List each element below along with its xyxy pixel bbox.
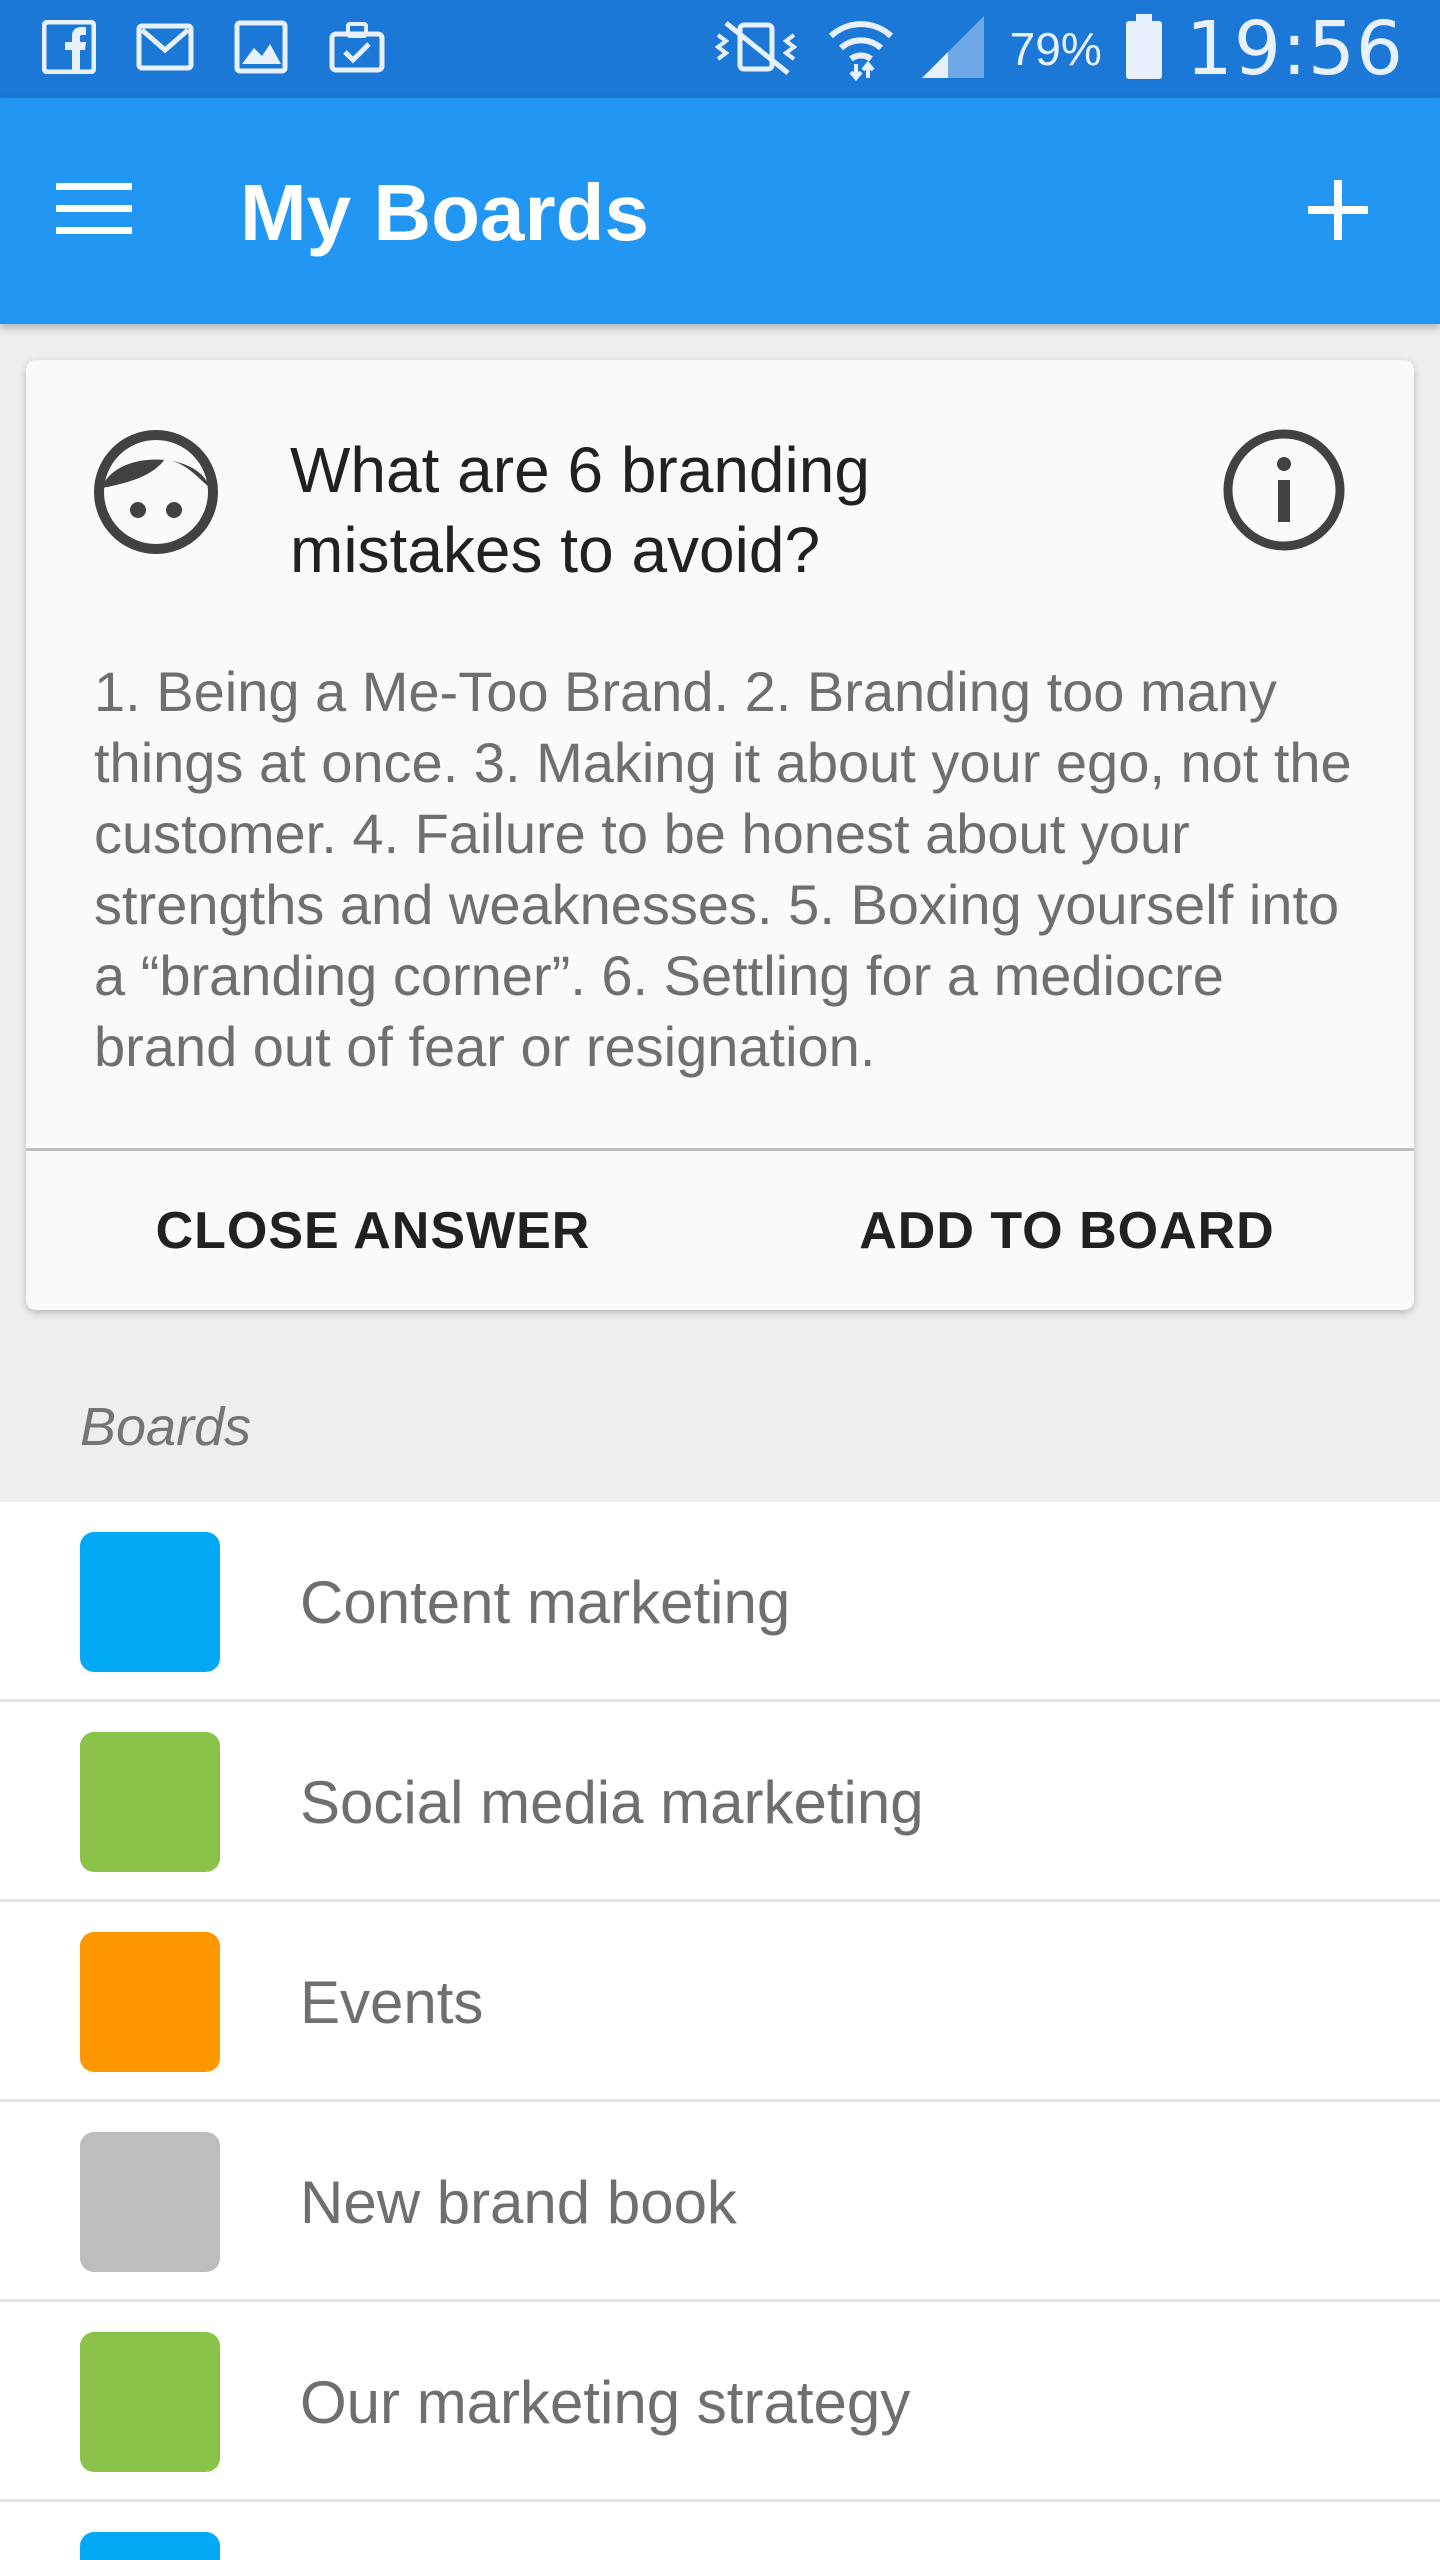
face-icon bbox=[94, 430, 218, 554]
add-board-button[interactable] bbox=[1288, 162, 1388, 262]
facebook-icon bbox=[40, 18, 98, 76]
question-text: What are 6 branding mistakes to avoid? bbox=[290, 434, 870, 586]
menu-button[interactable] bbox=[56, 166, 166, 256]
add-to-board-button[interactable]: ADD TO BOARD bbox=[720, 1151, 1414, 1310]
status-clock: 19:56 bbox=[1185, 6, 1404, 92]
board-color-swatch bbox=[80, 2332, 220, 2472]
board-item-content-marketing[interactable]: Content marketing bbox=[0, 1502, 1440, 1702]
board-color-swatch bbox=[80, 1932, 220, 2072]
board-item-label: Our marketing strategy bbox=[300, 2368, 911, 2436]
board-item-new-brand-book[interactable]: New brand book bbox=[0, 2102, 1440, 2302]
plus-icon bbox=[1306, 178, 1370, 247]
battery-percent: 79% bbox=[1009, 23, 1102, 75]
mute-vibrate-icon bbox=[708, 17, 804, 82]
briefcase-icon bbox=[328, 18, 386, 76]
board-item-label: Content marketing bbox=[300, 1568, 791, 1636]
board-item-label: Events bbox=[300, 1968, 484, 2036]
board-item-our-marketing-strategy[interactable]: Our marketing strategy bbox=[0, 2302, 1440, 2502]
info-icon[interactable] bbox=[1222, 428, 1346, 552]
battery-icon bbox=[1124, 13, 1164, 85]
wifi-icon bbox=[826, 12, 896, 87]
gmail-icon bbox=[136, 18, 194, 76]
board-list: Content marketing Social media marketing… bbox=[0, 1502, 1440, 2560]
page-title: My Boards bbox=[240, 168, 649, 257]
board-color-swatch bbox=[80, 2532, 220, 2560]
gallery-icon bbox=[232, 18, 290, 76]
board-color-swatch bbox=[80, 1732, 220, 1872]
card-actions: CLOSE ANSWER ADD TO BOARD bbox=[26, 1151, 1414, 1310]
app-bar: My Boards bbox=[0, 98, 1440, 324]
close-answer-button[interactable]: CLOSE ANSWER bbox=[26, 1151, 720, 1310]
board-item-events[interactable]: Events bbox=[0, 1902, 1440, 2102]
board-item-label: New brand book bbox=[300, 2168, 737, 2236]
answer-text: 1. Being a Me-Too Brand. 2. Branding too… bbox=[94, 660, 1352, 1078]
board-color-swatch bbox=[80, 1532, 220, 1672]
signal-icon bbox=[918, 12, 988, 87]
answer-card: What are 6 branding mistakes to avoid? 1… bbox=[26, 360, 1414, 1310]
board-item-label: Social media marketing bbox=[300, 1768, 924, 1836]
hamburger-menu-icon bbox=[56, 179, 136, 244]
board-item-partial[interactable] bbox=[0, 2502, 1440, 2560]
status-bar: 79% 19:56 bbox=[0, 0, 1440, 98]
board-color-swatch bbox=[80, 2132, 220, 2272]
board-item-social-media-marketing[interactable]: Social media marketing bbox=[0, 1702, 1440, 1902]
boards-section-label: Boards bbox=[80, 1397, 252, 1457]
